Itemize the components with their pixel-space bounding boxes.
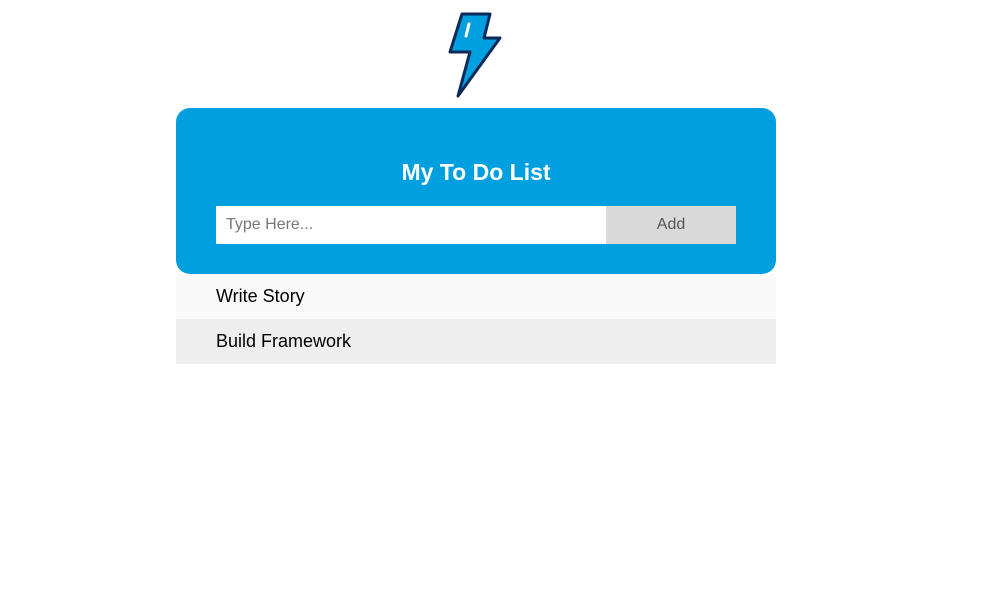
todo-header-card: My To Do List Add [176, 108, 776, 274]
task-input[interactable] [216, 206, 606, 244]
todo-app: My To Do List Add Write Story Build Fram… [0, 0, 984, 612]
task-list: Write Story Build Framework [176, 274, 776, 364]
list-item[interactable]: Build Framework [176, 319, 776, 364]
list-item[interactable]: Write Story [176, 274, 776, 319]
add-button[interactable]: Add [606, 206, 736, 244]
page-title: My To Do List [401, 159, 551, 185]
lightning-bolt-icon [448, 12, 502, 98]
